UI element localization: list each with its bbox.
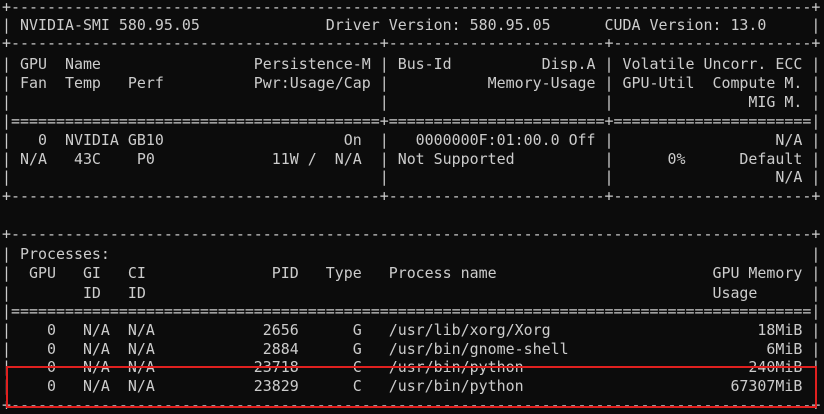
processes-header-divider: |=======================================… [2, 302, 821, 320]
gpu-table-bottom-border: +---------------------------------------… [2, 187, 821, 205]
table-top-border: +---------------------------------------… [2, 0, 821, 16]
processes-header-row-2: | ID ID Usage | [2, 284, 821, 302]
process-row: | 0 N/A N/A 2884 G /usr/bin/gnome-shell … [2, 340, 821, 358]
gpu-header-divider: |=======================================… [2, 112, 821, 130]
process-row: | 0 N/A N/A 23718 C /usr/bin/python 240M… [2, 358, 821, 376]
process-row: | 0 N/A N/A 23829 C /usr/bin/python 6730… [2, 377, 821, 395]
terminal-window: +---------------------------------------… [0, 0, 824, 414]
gpu-row-stats: | N/A 43C P0 11W / N/A | Not Supported |… [2, 150, 821, 168]
gpu-row-mig: | | | N/A | [2, 168, 821, 186]
gpu-header-row-2: | Fan Temp Perf Pwr:Usage/Cap | Memory-U… [2, 74, 821, 92]
processes-header-row-1: | GPU GI CI PID Type Process name GPU Me… [2, 264, 821, 282]
gpu-header-row-1: | GPU Name Persistence-M | Bus-Id Disp.A… [2, 55, 821, 73]
smi-version-header: | NVIDIA-SMI 580.95.05 Driver Version: 5… [2, 16, 821, 34]
gpu-row-name: | 0 NVIDIA GB10 On | 0000000F:01:00.0 Of… [2, 131, 821, 149]
gpu-table-separator: +---------------------------------------… [2, 34, 821, 52]
processes-top-border: +---------------------------------------… [2, 225, 821, 243]
processes-title: | Processes: | [2, 245, 821, 263]
process-row: | 0 N/A N/A 2656 G /usr/lib/xorg/Xorg 18… [2, 321, 821, 339]
gpu-header-row-3: | | | MIG M. | [2, 93, 821, 111]
processes-bottom-border: +---------------------------------------… [2, 396, 821, 414]
